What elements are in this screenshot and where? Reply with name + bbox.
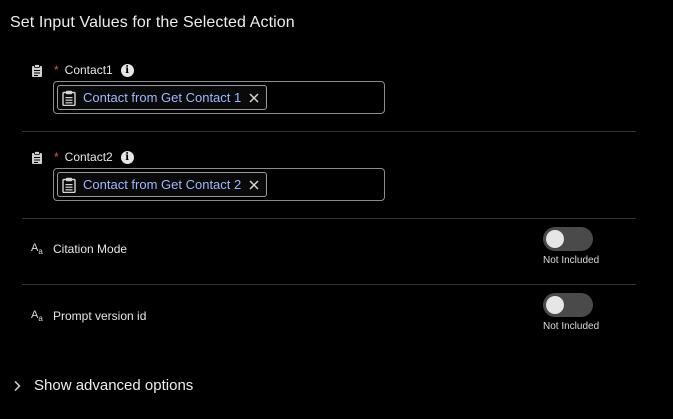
close-icon[interactable] — [248, 179, 260, 191]
panel-title: Set Input Values for the Selected Action — [10, 14, 295, 31]
divider — [22, 218, 636, 219]
citation-mode-row: Aa Citation Mode — [31, 242, 127, 256]
advanced-options-label: Show advanced options — [34, 377, 194, 394]
contact1-label-row: * Contact1 i — [31, 63, 134, 77]
show-advanced-options[interactable]: Show advanced options — [12, 377, 193, 394]
field-label-contact2: Contact2 — [64, 150, 113, 164]
divider — [22, 131, 636, 132]
contact2-input[interactable]: Contact from Get Contact 2 — [53, 168, 385, 201]
citation-mode-label: Citation Mode — [53, 242, 128, 257]
text-type-icon: Aa — [31, 242, 43, 257]
info-icon[interactable]: i — [120, 150, 134, 164]
text-type-icon: Aa — [31, 309, 43, 324]
prompt-version-toggle[interactable] — [543, 293, 593, 317]
clipboard-icon — [62, 177, 76, 193]
citation-mode-status: Not Included — [543, 255, 600, 266]
toggle-knob — [546, 296, 564, 314]
contact1-input[interactable]: Contact from Get Contact 1 — [53, 81, 385, 114]
prompt-version-status: Not Included — [543, 321, 600, 332]
clipboard-icon — [32, 63, 42, 77]
clipboard-icon — [32, 150, 42, 164]
field-label-contact1: Contact1 — [64, 63, 113, 77]
chevron-right-icon — [14, 380, 21, 391]
required-asterisk: * — [54, 63, 59, 77]
token-label: Contact from Get Contact 2 — [83, 177, 242, 192]
contact1-token[interactable]: Contact from Get Contact 1 — [57, 85, 268, 110]
divider — [22, 284, 636, 285]
contact2-label-row: * Contact2 i — [31, 150, 134, 164]
clipboard-icon — [62, 90, 76, 106]
prompt-version-label: Prompt version id — [53, 309, 147, 324]
token-label: Contact from Get Contact 1 — [83, 90, 242, 105]
close-icon[interactable] — [248, 92, 260, 104]
required-asterisk: * — [54, 150, 59, 164]
citation-mode-toggle[interactable] — [543, 227, 593, 251]
toggle-knob — [546, 230, 564, 248]
contact2-token[interactable]: Contact from Get Contact 2 — [57, 172, 268, 197]
info-icon[interactable]: i — [120, 63, 134, 77]
prompt-version-row: Aa Prompt version id — [31, 309, 146, 323]
